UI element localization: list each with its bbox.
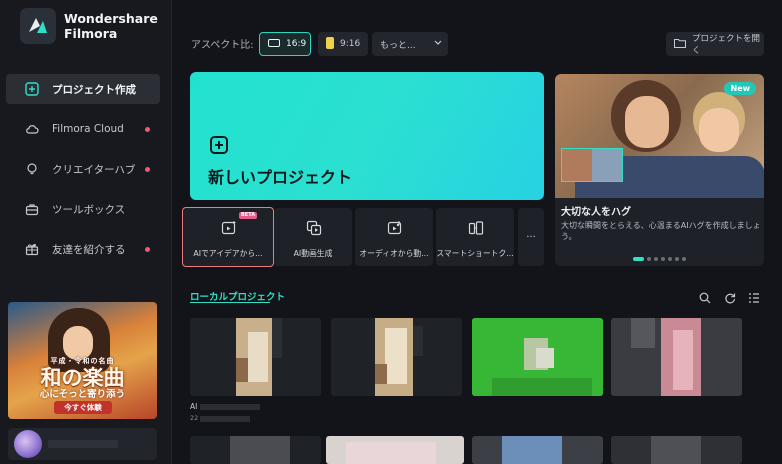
ai-idea-to-video-button[interactable]: BETA AIでアイデアから... [182,207,274,267]
project-thumbnail[interactable] [190,318,321,396]
project-thumbnail[interactable] [472,436,603,464]
refresh-icon[interactable] [724,289,736,308]
list-view-icon[interactable] [748,289,760,308]
sidebar-item-filmora-cloud[interactable]: Filmora Cloud [6,114,160,144]
ai-video-generate-button[interactable]: AI動画生成 [274,208,352,266]
carousel-dot[interactable] [654,257,658,261]
more-actions-button[interactable]: ... [518,208,544,266]
plus-square-icon [25,82,39,96]
brand-name-line2: Filmora [64,26,118,41]
sidebar-item-toolbox[interactable]: ツールボックス [6,194,160,224]
smart-short-clips-button[interactable]: スマートショートク... [436,208,514,266]
project-thumbnail[interactable] [190,436,321,464]
smart-short-icon [468,220,484,240]
project-thumbnail[interactable] [326,436,464,464]
feature-source-thumbnail [561,148,623,182]
ai-idea-icon [221,220,237,240]
carousel-dot[interactable] [647,257,651,261]
sidebar-item-label: プロジェクト作成 [52,83,136,96]
bulb-icon [25,162,39,176]
sidebar-item-label: クリエイターハブ [52,163,136,176]
quick-action-label: スマートショートク... [436,249,514,258]
sidebar-item-label: Filmora Cloud [52,123,124,135]
tab-underline [190,302,270,303]
ratio-more-dropdown[interactable]: もっと... [372,32,448,56]
quick-action-label: AIでアイデアから... [193,249,263,258]
carousel-dot[interactable] [661,257,665,261]
sidebar-item-label: ツールボックス [52,203,126,216]
carousel-dot[interactable] [633,257,644,261]
sidebar-item-creator-hub[interactable]: クリエイターハブ [6,154,160,184]
sidebar: Wondershare Filmora プロジェクト作成 Filmora Clo… [0,0,172,464]
quick-action-label: オーディオから動... [359,249,429,258]
new-project-title: 新しいプロジェクト [208,168,353,187]
project-thumbnail[interactable] [611,318,742,396]
local-projects-tab[interactable]: ローカルプロジェクト [190,289,285,303]
sidebar-item-create-project[interactable]: プロジェクト作成 [6,74,160,104]
new-project-card[interactable]: 新しいプロジェクト [190,72,544,200]
carousel-dot[interactable] [668,257,672,261]
sidebar-nav: プロジェクト作成 Filmora Cloud クリエイターハブ ツールボックス [6,74,160,274]
brand: Wondershare Filmora [20,8,158,44]
project-thumbnail[interactable] [472,318,603,396]
notification-dot [145,247,150,252]
gift-icon [25,242,39,256]
cloud-icon [25,122,39,136]
new-badge: New [724,82,756,95]
promo-tagline: 心にそっと寄り添う [39,389,126,400]
ratio-9-16-button[interactable]: 9:16 [318,32,368,56]
carousel-dots [633,257,686,261]
portrait-icon [326,36,334,52]
carousel-dot[interactable] [682,257,686,261]
ratio-16-9-button[interactable]: 16:9 [259,32,311,56]
notification-dot [145,127,150,132]
brand-name-line1: Wondershare [64,11,158,26]
feature-title: 大切な人をハグ [561,207,631,218]
avatar[interactable] [14,430,42,458]
toolbox-icon [25,202,39,216]
project-thumbnail[interactable] [331,318,462,396]
notification-dot [145,167,150,172]
audio-to-video-button[interactable]: オーディオから動... [355,208,433,266]
feature-description: 大切な瞬間をとらえる、心温まるAIハグを作成しましょう。 [561,221,761,241]
audio-to-video-icon [387,220,403,240]
quick-action-label: AI動画生成 [293,249,333,258]
account-panel[interactable] [8,428,157,460]
promo-cta-button[interactable]: 今すぐ体験 [54,401,112,414]
feature-carousel-card[interactable]: New 大切な人をハグ 大切な瞬間をとらえる、心温まるAIハグを作成しましょう。 [555,74,764,266]
folder-icon [674,38,686,51]
project-date: 22 [190,414,199,422]
project-thumbnail[interactable] [611,436,742,464]
plus-square-icon [210,136,228,158]
landscape-icon [268,38,280,50]
filmora-logo-icon [20,8,56,44]
chevron-down-icon [434,39,442,49]
sidebar-item-label: 友達を紹介する [52,243,126,256]
promo-banner[interactable]: 平成・令和の名曲 和の楽曲 心にそっと寄り添う 今すぐ体験 [8,302,157,419]
aspect-ratio-label: アスペクト比: [191,40,254,51]
open-project-button[interactable]: プロジェクトを開く [666,32,764,56]
project-name: AI [190,402,198,411]
search-icon[interactable] [699,289,711,308]
sidebar-item-refer-friend[interactable]: 友達を紹介する [6,234,160,264]
carousel-dot[interactable] [675,257,679,261]
beta-badge: BETA [239,212,258,219]
ai-video-icon [306,220,322,240]
